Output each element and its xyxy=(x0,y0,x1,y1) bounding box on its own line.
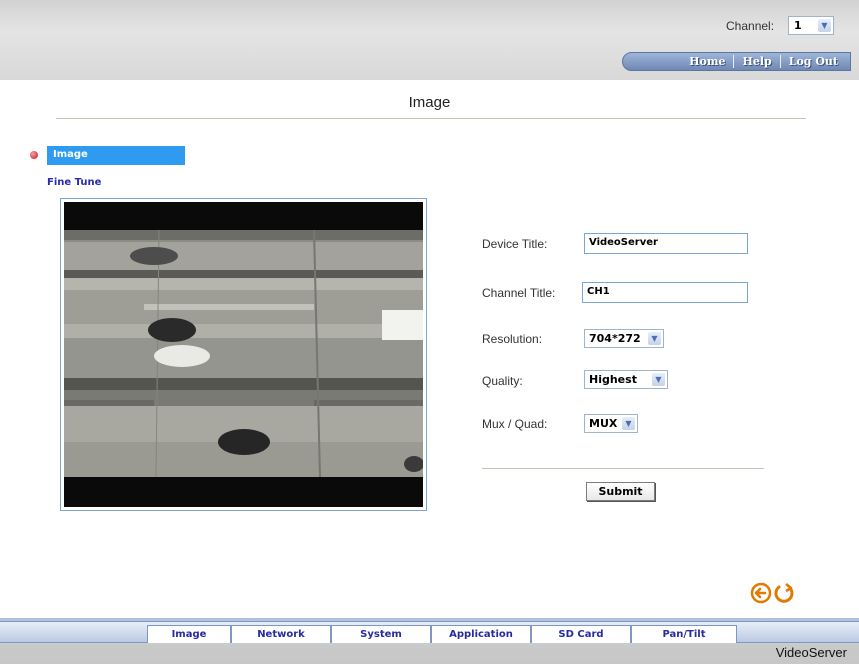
mux-quad-value: MUX xyxy=(589,417,618,430)
quality-label: Quality: xyxy=(482,374,523,388)
channel-select[interactable]: 1 ▼ xyxy=(788,16,834,35)
tab-image[interactable]: Image xyxy=(147,625,231,643)
bottom-tab-strip: Image Network System Application SD Card… xyxy=(0,621,859,643)
resolution-select[interactable]: 704*272 ▼ xyxy=(584,329,664,348)
quality-select[interactable]: Highest ▼ xyxy=(584,370,668,389)
quality-value: Highest xyxy=(589,373,637,386)
back-arrow-icon[interactable] xyxy=(750,582,772,604)
form-divider xyxy=(482,468,764,469)
page-title: Image xyxy=(408,94,451,111)
chevron-down-icon: ▼ xyxy=(648,332,661,345)
footer-brand: VideoServer xyxy=(775,645,847,660)
tab-network[interactable]: Network xyxy=(231,625,331,643)
sidebar-item-image[interactable]: Image xyxy=(47,146,185,165)
nav-logout[interactable]: Log Out xyxy=(779,55,846,68)
highway-traffic-icon xyxy=(64,202,423,507)
title-divider xyxy=(56,118,806,119)
chevron-down-icon: ▼ xyxy=(622,417,635,430)
channel-value: 1 xyxy=(794,19,802,32)
submit-button[interactable]: Submit xyxy=(586,482,655,501)
mux-quad-select[interactable]: MUX ▼ xyxy=(584,414,638,433)
top-bar: Channel: 1 ▼ Home Help Log Out xyxy=(0,0,859,80)
resolution-label: Resolution: xyxy=(482,332,543,346)
tab-sd-card[interactable]: SD Card xyxy=(531,625,631,643)
tab-application[interactable]: Application xyxy=(431,625,531,643)
nav-home[interactable]: Home xyxy=(681,55,733,68)
nav-tabs: Home Help Log Out xyxy=(622,52,851,71)
mux-quad-label: Mux / Quad: xyxy=(482,417,548,431)
tab-system[interactable]: System xyxy=(331,625,431,643)
chevron-down-icon: ▼ xyxy=(652,373,665,386)
video-preview xyxy=(60,198,427,511)
refresh-icon[interactable] xyxy=(773,582,795,604)
camera-feed-image xyxy=(64,202,423,507)
channel-title-input[interactable]: CH1 xyxy=(582,282,748,303)
device-title-label: Device Title: xyxy=(482,237,548,251)
main-content: Image Image Fine Tune Device Title: Vide… xyxy=(0,80,859,618)
channel-title-label: Channel Title: xyxy=(482,286,556,300)
nav-help[interactable]: Help xyxy=(733,55,779,68)
active-bullet-icon xyxy=(30,151,38,159)
device-title-input[interactable]: VideoServer xyxy=(584,233,748,254)
tab-pan-tilt[interactable]: Pan/Tilt xyxy=(631,625,737,643)
sidebar-item-fine-tune[interactable]: Fine Tune xyxy=(47,177,101,188)
resolution-value: 704*272 xyxy=(589,332,641,345)
channel-label: Channel: xyxy=(726,19,775,33)
chevron-down-icon: ▼ xyxy=(818,19,831,32)
